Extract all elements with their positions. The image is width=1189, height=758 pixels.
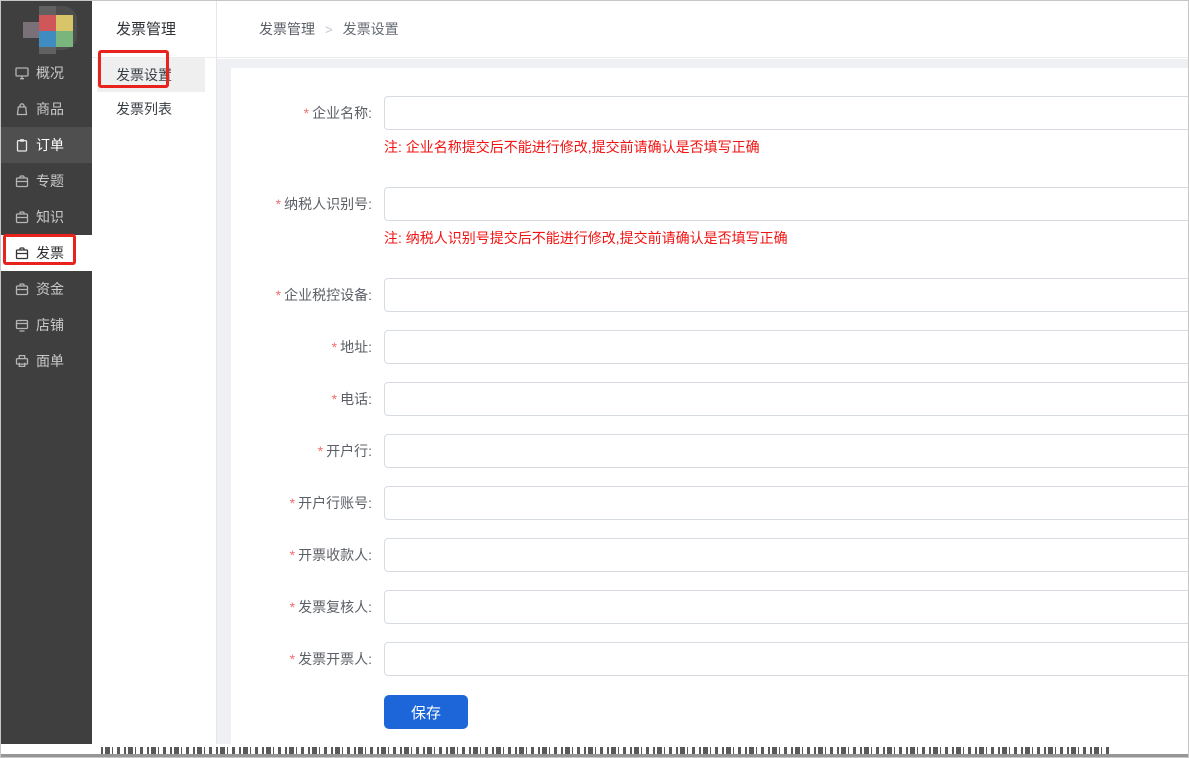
breadcrumb-separator-icon: > xyxy=(325,22,333,37)
sidebar-item-shop[interactable]: 店铺 xyxy=(1,307,92,343)
phone-input[interactable] xyxy=(384,382,1188,416)
printer-icon xyxy=(15,354,29,368)
invoice-payee-input[interactable] xyxy=(384,538,1188,572)
form-row-issuer: *发票开票人: xyxy=(231,642,1188,676)
tax-device-input[interactable] xyxy=(384,278,1188,312)
monitor-icon xyxy=(15,66,29,80)
taxpayer-id-note: 注: 纳税人识别号提交后不能进行修改,提交前请确认是否填写正确 xyxy=(384,229,1188,248)
form-row-taxpayer-id: *纳税人识别号: xyxy=(231,187,1188,221)
sidebar-item-knowledge[interactable]: 知识 xyxy=(1,199,92,235)
briefcase-icon xyxy=(15,246,29,260)
company-name-input[interactable] xyxy=(384,96,1188,130)
sidebar-item-label: 订单 xyxy=(36,135,64,155)
sidebar-item-products[interactable]: 商品 xyxy=(1,91,92,127)
sidebar-item-label: 发票 xyxy=(36,243,64,263)
breadcrumb-invoice-settings: 发票设置 xyxy=(343,19,399,39)
submenu-item-invoice-list[interactable]: 发票列表 xyxy=(97,92,205,126)
field-label: 企业税控设备: xyxy=(284,287,372,303)
field-label: 发票复核人: xyxy=(298,599,372,615)
breadcrumb-invoice-management[interactable]: 发票管理 xyxy=(259,19,315,39)
required-asterisk: * xyxy=(304,105,309,121)
submenu-item-invoice-settings[interactable]: 发票设置 xyxy=(97,58,205,92)
form-row-bank-account: *开户行账号: xyxy=(231,486,1188,520)
main-sidebar: 概况 商品 订单 专题 知识 xyxy=(1,1,92,746)
submenu-item-label: 发票列表 xyxy=(116,101,172,117)
sidebar-item-funds[interactable]: 资金 xyxy=(1,271,92,307)
form-row-reviewer: *发票复核人: xyxy=(231,590,1188,624)
form-row-payee: *开票收款人: xyxy=(231,538,1188,572)
field-label: 开票收款人: xyxy=(298,547,372,563)
sidebar-item-label: 专题 xyxy=(36,171,64,191)
taxpayer-id-input[interactable] xyxy=(384,187,1188,221)
form-row-tax-device: *企业税控设备: xyxy=(231,278,1188,312)
field-label: 企业名称: xyxy=(312,105,372,121)
bank-input[interactable] xyxy=(384,434,1188,468)
sidebar-item-label: 店铺 xyxy=(36,315,64,335)
clipped-bottom-text xyxy=(101,747,1113,754)
required-asterisk: * xyxy=(290,547,295,563)
form-row-bank: *开户行: xyxy=(231,434,1188,468)
form-row-company-name: *企业名称: xyxy=(231,96,1188,130)
window-bottom-frame xyxy=(1,754,1188,757)
field-label: 发票开票人: xyxy=(298,651,372,667)
shop-icon xyxy=(15,318,29,332)
sidebar-item-overview[interactable]: 概况 xyxy=(1,55,92,91)
required-asterisk: * xyxy=(290,651,295,667)
field-label: 纳税人识别号: xyxy=(284,196,372,212)
sidebar-item-label: 面单 xyxy=(36,351,64,371)
field-label: 开户行: xyxy=(326,443,372,459)
required-asterisk: * xyxy=(276,196,281,212)
field-label: 地址: xyxy=(340,339,372,355)
form-actions: 保存 xyxy=(384,695,1188,729)
field-label: 开户行账号: xyxy=(298,495,372,511)
invoice-submenu: 发票管理 发票设置 发票列表 xyxy=(92,1,217,749)
bank-account-input[interactable] xyxy=(384,486,1188,520)
invoice-issuer-input[interactable] xyxy=(384,642,1188,676)
app-window: 概况 商品 订单 专题 知识 xyxy=(0,0,1189,758)
required-asterisk: * xyxy=(318,443,323,459)
submenu-title: 发票管理 xyxy=(92,1,216,58)
sidebar-item-orders[interactable]: 订单 xyxy=(1,127,92,163)
required-asterisk: * xyxy=(276,287,281,303)
page-background: *企业名称: 注: 企业名称提交后不能进行修改,提交前请确认是否填写正确 *纳税… xyxy=(217,59,1188,747)
sidebar-item-topics[interactable]: 专题 xyxy=(1,163,92,199)
required-asterisk: * xyxy=(290,599,295,615)
invoice-reviewer-input[interactable] xyxy=(384,590,1188,624)
bag-icon xyxy=(15,102,29,116)
form-row-address: *地址: xyxy=(231,330,1188,364)
sidebar-item-label: 商品 xyxy=(36,99,64,119)
sidebar-item-invoice[interactable]: 发票 xyxy=(1,235,92,271)
save-button[interactable]: 保存 xyxy=(384,695,468,729)
briefcase-icon xyxy=(15,210,29,224)
required-asterisk: * xyxy=(332,339,337,355)
sidebar-item-label: 资金 xyxy=(36,279,64,299)
sidebar-item-waybill[interactable]: 面单 xyxy=(1,343,92,379)
sidebar-item-label: 知识 xyxy=(36,207,64,227)
briefcase-icon xyxy=(15,174,29,188)
sidebar-item-label: 概况 xyxy=(36,63,64,83)
submenu-item-label: 发票设置 xyxy=(116,67,172,83)
required-asterisk: * xyxy=(290,495,295,511)
field-label: 电话: xyxy=(340,391,372,407)
breadcrumb-bar: 发票管理 > 发票设置 xyxy=(217,1,1188,58)
address-input[interactable] xyxy=(384,330,1188,364)
briefcase-icon xyxy=(15,282,29,296)
required-asterisk: * xyxy=(332,391,337,407)
form-row-phone: *电话: xyxy=(231,382,1188,416)
bottom-status-strip xyxy=(1,744,1188,757)
clipboard-icon xyxy=(15,138,29,152)
invoice-settings-form: *企业名称: 注: 企业名称提交后不能进行修改,提交前请确认是否填写正确 *纳税… xyxy=(231,68,1188,745)
app-logo xyxy=(1,1,92,55)
company-name-note: 注: 企业名称提交后不能进行修改,提交前请确认是否填写正确 xyxy=(384,138,1188,157)
